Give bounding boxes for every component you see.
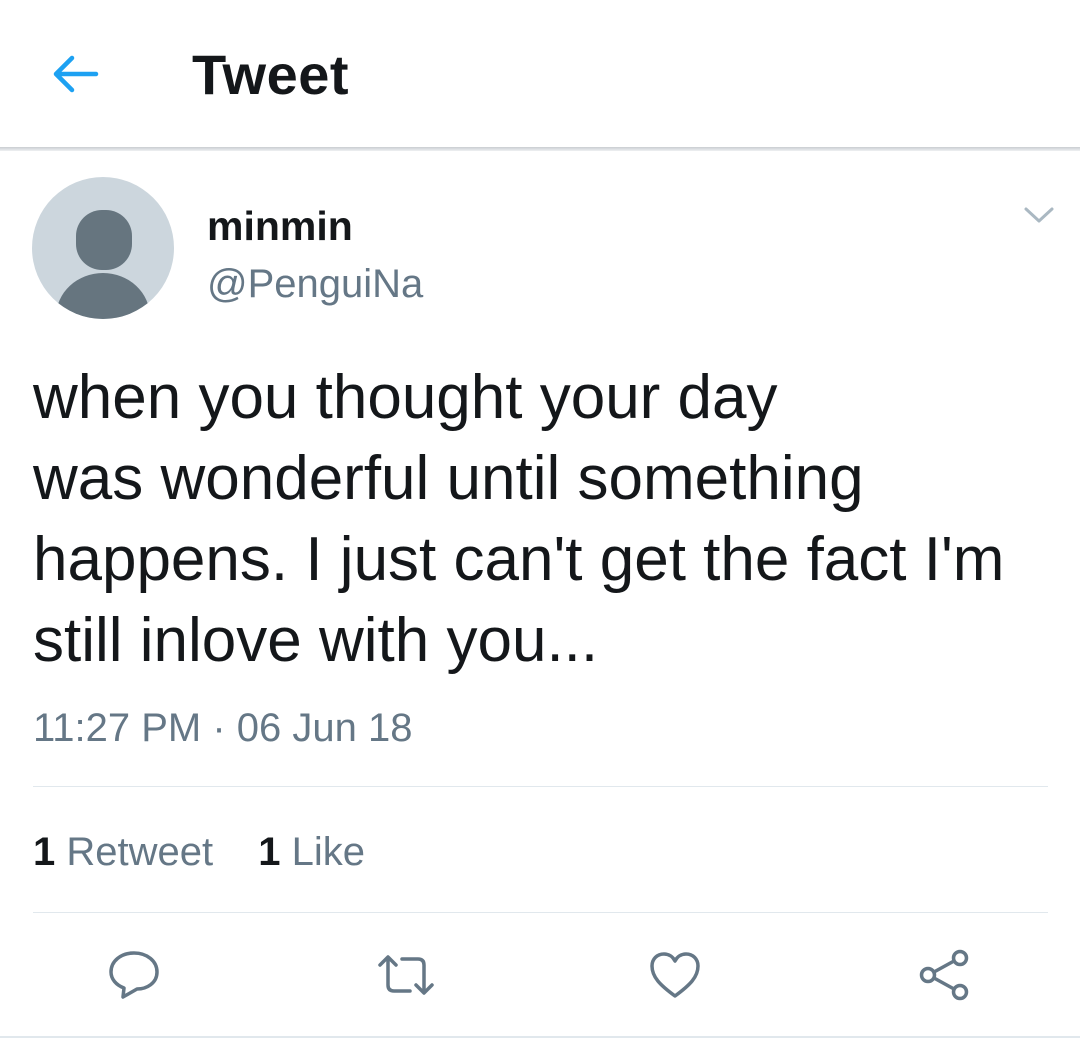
- divider: [33, 912, 1048, 913]
- tweet-timestamp: 11:27 PM · 06 Jun 18: [33, 706, 413, 750]
- bottom-divider: [0, 1036, 1080, 1038]
- author-display-name[interactable]: minmin: [207, 200, 353, 252]
- arrow-left-icon: [53, 55, 99, 93]
- retweet-count-link[interactable]: 1 Retweet: [33, 826, 213, 878]
- retweet-label: Retweet: [66, 830, 214, 874]
- like-button[interactable]: [645, 945, 705, 1005]
- retweet-icon: [378, 955, 434, 995]
- like-count-link[interactable]: 1 Like: [258, 826, 365, 878]
- tweet-text-line: happens. I just can't get the fact I'm: [33, 525, 1005, 594]
- like-label: Like: [291, 830, 366, 874]
- tweet-text: when you thought your day was wonderful …: [33, 357, 1053, 681]
- divider: [33, 786, 1048, 787]
- share-icon: [919, 949, 969, 1001]
- tweet-text-line: when you thought your day: [33, 363, 778, 432]
- reply-button[interactable]: [104, 945, 164, 1005]
- default-profile-silhouette-icon: [56, 210, 150, 319]
- share-button[interactable]: [914, 945, 974, 1005]
- chevron-down-icon: [1024, 207, 1054, 223]
- author-handle[interactable]: @PenguiNa: [207, 258, 423, 310]
- header-divider: [0, 147, 1080, 151]
- avatar[interactable]: [32, 177, 174, 319]
- tweet-text-line: was wonderful until something: [33, 444, 864, 513]
- tweet-menu-button[interactable]: [1018, 198, 1060, 232]
- heart-icon: [650, 952, 700, 998]
- tweet-text-line: still inlove with you...: [33, 606, 599, 675]
- back-button[interactable]: [46, 48, 104, 100]
- top-app-bar: Tweet: [0, 0, 1080, 147]
- retweet-button[interactable]: [376, 945, 436, 1005]
- page-title: Tweet: [192, 43, 350, 106]
- speech-bubble-icon: [109, 951, 159, 999]
- retweet-count: 1: [33, 830, 56, 874]
- like-count: 1: [258, 830, 281, 874]
- tweet-stats: 1 Retweet 1 Like: [33, 826, 365, 878]
